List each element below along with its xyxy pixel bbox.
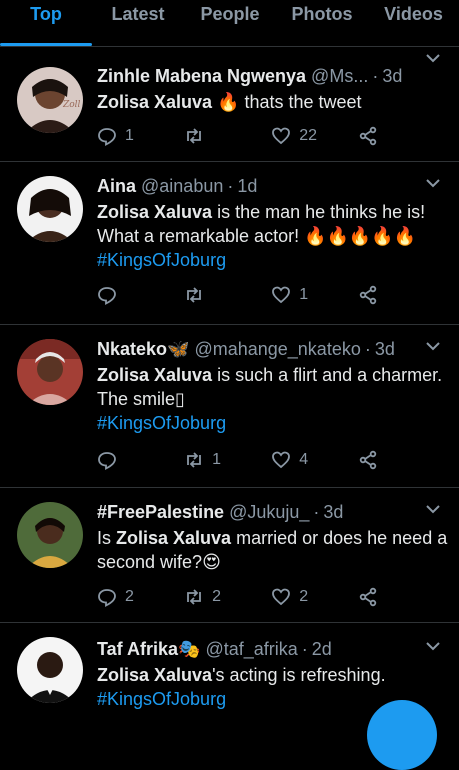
like-button[interactable]: 1 bbox=[271, 285, 358, 305]
reply-icon bbox=[98, 452, 116, 470]
author-handle[interactable]: @ainabun bbox=[141, 174, 223, 198]
tweet-actions: 1 22 bbox=[97, 123, 397, 149]
retweet-button[interactable]: 2 bbox=[184, 587, 271, 607]
share-button[interactable] bbox=[358, 450, 397, 470]
author-handle[interactable]: @taf_afrika bbox=[205, 637, 297, 661]
tab-photos[interactable]: Photos bbox=[276, 0, 368, 46]
heart-icon bbox=[272, 286, 291, 304]
retweet-button[interactable]: 1 bbox=[184, 450, 271, 470]
tweet-header: #FreePalestine @Jukuju_ · 3d bbox=[97, 500, 344, 524]
search-tabs: Top Latest People Photos Videos bbox=[0, 0, 459, 47]
mention-bold: Zolisa Xaluva bbox=[116, 528, 232, 548]
tweet-header: Aina @ainabun · 1d bbox=[97, 174, 258, 198]
heart-icon bbox=[272, 588, 291, 606]
mention-bold: Zolisa Xaluva bbox=[97, 665, 213, 685]
author-name[interactable]: Aina bbox=[97, 174, 136, 198]
author-name[interactable]: Taf Afrika🎭 bbox=[97, 637, 200, 661]
chevron-down-icon[interactable] bbox=[425, 176, 441, 190]
tweet-text: Zolisa Xaluva is such a flirt and a char… bbox=[97, 363, 449, 435]
compose-tweet-button[interactable] bbox=[367, 700, 437, 770]
tweet-text: Is Zolisa Xaluva married or does he need… bbox=[97, 528, 448, 572]
reply-icon bbox=[98, 287, 116, 305]
share-icon bbox=[360, 450, 377, 470]
retweet-icon bbox=[187, 589, 201, 605]
reply-button[interactable] bbox=[97, 450, 184, 470]
chevron-down-icon[interactable] bbox=[425, 639, 441, 653]
retweet-icon bbox=[187, 128, 201, 144]
mention-bold: Zolisa Xaluva bbox=[97, 365, 213, 385]
tweet-text: Zolisa Xaluva 🔥 thats the tweet bbox=[97, 92, 362, 112]
like-button[interactable]: 22 bbox=[271, 126, 358, 146]
tweet[interactable]: #FreePalestine @Jukuju_ · 3d Is Zolisa X… bbox=[0, 488, 459, 623]
chevron-down-icon[interactable] bbox=[425, 502, 441, 516]
share-button[interactable] bbox=[358, 285, 397, 305]
tweet-actions: 1 bbox=[97, 282, 397, 308]
avatar[interactable] bbox=[17, 339, 83, 405]
mention-bold: Zolisa Xaluva bbox=[97, 202, 213, 222]
author-handle[interactable]: @mahange_nkateko bbox=[194, 337, 360, 361]
author-name[interactable]: #FreePalestine bbox=[97, 500, 224, 524]
avatar[interactable] bbox=[17, 176, 83, 242]
heart-icon bbox=[272, 451, 291, 469]
reply-icon bbox=[98, 589, 116, 607]
retweet-icon bbox=[187, 287, 201, 303]
mention-bold: Zolisa Xaluva bbox=[97, 92, 213, 112]
tab-latest[interactable]: Latest bbox=[92, 0, 184, 46]
share-icon bbox=[360, 126, 377, 146]
tweet-time: 3d bbox=[374, 339, 395, 359]
tweet-header: Taf Afrika🎭 @taf_afrika · 2d bbox=[97, 637, 332, 661]
tweet-header: Zinhle Mabena Ngwenya @Ms... · 3d bbox=[97, 64, 403, 88]
avatar[interactable] bbox=[17, 502, 83, 568]
retweet-icon bbox=[187, 452, 201, 468]
tweet[interactable]: Nkateko🦋 @mahange_nkateko · 3d Zolisa Xa… bbox=[0, 325, 459, 488]
reply-button[interactable] bbox=[97, 285, 184, 305]
share-button[interactable] bbox=[358, 587, 397, 607]
tweet-text: Zolisa Xaluva is the man he thinks he is… bbox=[97, 200, 449, 272]
reply-button[interactable]: 2 bbox=[97, 587, 184, 607]
chevron-down-icon[interactable] bbox=[425, 339, 441, 353]
share-icon bbox=[360, 587, 377, 607]
like-button[interactable]: 4 bbox=[271, 450, 358, 470]
hashtag-link[interactable]: #KingsOfJoburg bbox=[97, 248, 449, 272]
svg-text:Zoll: Zoll bbox=[62, 100, 81, 110]
tab-top[interactable]: Top bbox=[0, 0, 92, 46]
tweet-time: 3d bbox=[323, 502, 344, 522]
tab-people[interactable]: People bbox=[184, 0, 276, 46]
tweet-time: 3d bbox=[382, 66, 403, 86]
tweet-time: 1d bbox=[237, 176, 258, 196]
author-name[interactable]: Zinhle Mabena Ngwenya bbox=[97, 64, 306, 88]
author-handle[interactable]: @Jukuju_ bbox=[229, 500, 309, 524]
tweet-actions: 2 2 2 bbox=[97, 584, 397, 610]
author-handle[interactable]: @Ms... bbox=[311, 64, 368, 88]
avatar[interactable]: Zoll bbox=[17, 67, 83, 133]
tweet-header: Nkateko🦋 @mahange_nkateko · 3d bbox=[97, 337, 395, 361]
tweet-time: 2d bbox=[311, 639, 332, 659]
tweet-actions: 1 4 bbox=[97, 447, 397, 473]
tweet[interactable]: Zoll Zinhle Mabena Ngwenya @Ms... · 3d Z… bbox=[0, 47, 459, 162]
author-name[interactable]: Nkateko🦋 bbox=[97, 337, 189, 361]
avatar[interactable] bbox=[17, 637, 83, 703]
reply-icon bbox=[98, 128, 116, 146]
chevron-down-icon[interactable] bbox=[425, 51, 441, 65]
tweet[interactable]: Aina @ainabun · 1d Zolisa Xaluva is the … bbox=[0, 162, 459, 325]
retweet-button[interactable] bbox=[184, 285, 271, 305]
hashtag-link[interactable]: #KingsOfJoburg bbox=[97, 411, 449, 435]
share-icon bbox=[360, 285, 377, 305]
reply-button[interactable]: 1 bbox=[97, 126, 184, 146]
heart-icon bbox=[272, 127, 291, 145]
tab-videos[interactable]: Videos bbox=[368, 0, 459, 46]
share-button[interactable] bbox=[358, 126, 397, 146]
like-button[interactable]: 2 bbox=[271, 587, 358, 607]
retweet-button[interactable] bbox=[184, 126, 271, 146]
